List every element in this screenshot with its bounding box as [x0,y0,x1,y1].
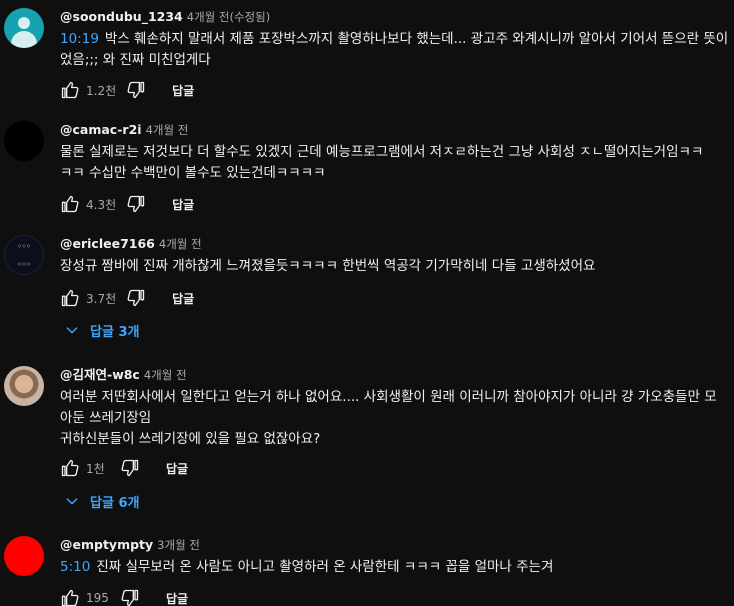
comment-text: 장성규 짬바에 진짜 개하찮게 느껴졌을듯ㅋㅋㅋㅋ 한번씩 역공각 기가막히네 … [60,258,596,274]
comment-author[interactable]: @emptympty [60,537,153,552]
thumbs-up-icon[interactable] [60,588,80,606]
like-count: 1.2천 [86,83,117,98]
thumbs-up-icon[interactable] [60,458,80,478]
like-count: 3.7천 [86,291,117,306]
comment-time[interactable]: 4개월 전(수정됨) [187,10,270,24]
comment-author[interactable]: @김재연-w8c [60,367,140,382]
reply-button[interactable]: 답글 [172,82,194,99]
comment-author[interactable]: @ericlee7166 [60,236,155,251]
avatar[interactable] [4,121,44,161]
reply-button[interactable]: 답글 [166,460,188,477]
avatar[interactable] [4,366,44,406]
video-timestamp-link[interactable]: 5:10 [60,559,90,575]
comment-text: 10:19 박스 훼손하지 말래서 제품 포장박스까지 촬영하나보다 했는데...… [60,31,729,68]
comment-time[interactable]: 4개월 전 [144,368,187,382]
thumbs-down-icon[interactable] [120,588,140,606]
like-count: 4.3천 [86,197,117,212]
reply-button[interactable]: 답글 [166,590,188,606]
avatar[interactable] [4,536,44,576]
comment-actions: 4.3천 답글 [60,193,194,215]
replies-count-label: 답글 3개 [90,324,140,340]
chevron-down-icon [64,493,80,509]
avatar[interactable]: ㅇㅇㅇ · ㅇㅇㅇ [4,235,44,275]
avatar[interactable] [4,8,44,48]
thumbs-down-icon[interactable] [126,80,146,100]
reply-button[interactable]: 답글 [172,290,194,307]
comment-time[interactable]: 3개월 전 [157,538,200,552]
view-replies-button[interactable]: 답글 3개 [60,318,139,342]
thumbs-up-icon[interactable] [60,194,80,214]
thumbs-down-icon[interactable] [120,458,140,478]
thumbs-up-icon[interactable] [60,80,80,100]
comment-text: 물론 실제로는 저것보다 더 할수도 있겠지 근데 예능프로그램에서 저ㅈㄹ하는… [60,144,704,181]
comment-time[interactable]: 4개월 전 [159,237,202,251]
comment-text: 5:10 진짜 실무보러 온 사람도 아니고 촬영하러 온 사람한테 ㅋㅋㅋ 꼽을… [60,559,554,575]
comment-actions: 3.7천 답글 [60,287,194,309]
thumbs-down-icon[interactable] [126,288,146,308]
comment-actions: 1천 답글 [60,457,188,479]
replies-count-label: 답글 6개 [90,495,140,511]
chevron-down-icon [64,322,80,338]
like-count: 195 [86,591,109,605]
video-timestamp-link[interactable]: 10:19 [60,31,99,47]
thumbs-up-icon[interactable] [60,288,80,308]
thumbs-down-icon[interactable] [126,194,146,214]
view-replies-button[interactable]: 답글 6개 [60,489,139,513]
like-count: 1천 [86,461,105,476]
comment-actions: 1.2천 답글 [60,79,194,101]
comment-actions: 195 답글 [60,587,188,606]
comment-time[interactable]: 4개월 전 [146,123,189,137]
comment-text: 여러분 저딴회사에서 일한다고 얻는거 하나 없어요.... 사회생활이 원래 … [60,389,717,447]
comment-author[interactable]: @soondubu_1234 [60,9,183,24]
comment-author[interactable]: @camac-r2i [60,122,142,137]
reply-button[interactable]: 답글 [172,196,194,213]
